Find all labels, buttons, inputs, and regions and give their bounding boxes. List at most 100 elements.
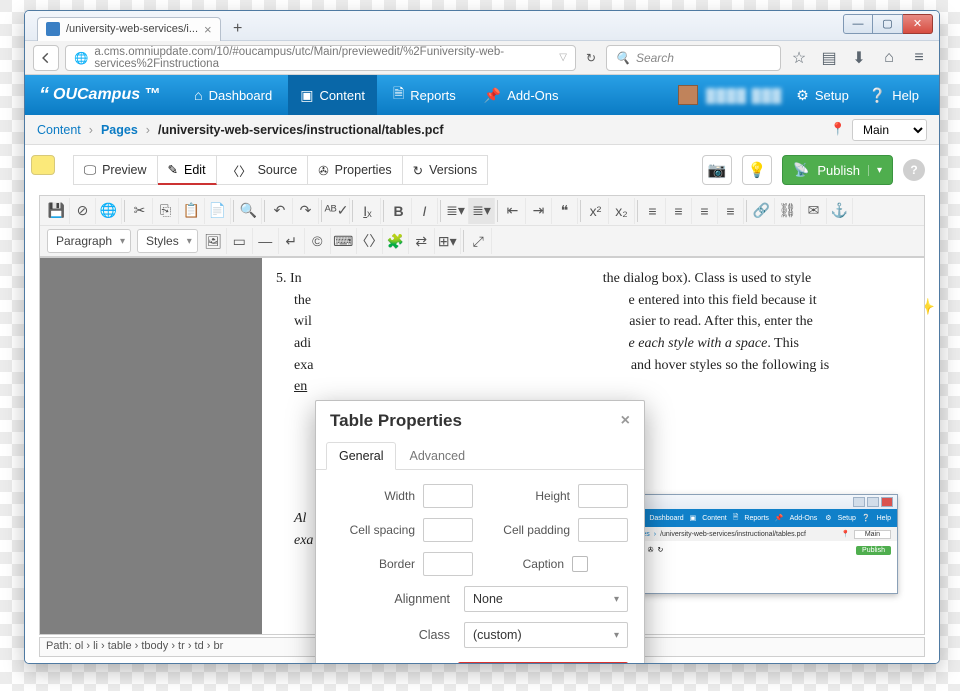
browser-tab[interactable]: /university-web-services/i... × bbox=[37, 17, 221, 41]
home-icon[interactable]: ⌂ bbox=[877, 46, 901, 70]
cut-icon[interactable]: ✂ bbox=[127, 198, 153, 224]
asset-icon[interactable]: ⇄ bbox=[409, 228, 435, 254]
modal-close-icon[interactable]: × bbox=[621, 412, 630, 430]
tab-properties[interactable]: ✇Properties bbox=[308, 155, 402, 185]
link-icon[interactable]: 🔗 bbox=[749, 198, 775, 224]
window-close-button[interactable]: ✕ bbox=[903, 14, 933, 34]
table-icon[interactable]: ⊞▾ bbox=[435, 228, 461, 254]
save-icon[interactable]: 💾 bbox=[44, 198, 70, 224]
charmap-icon[interactable]: © bbox=[305, 228, 331, 254]
doc-line: 5. In bbox=[276, 271, 305, 286]
paste-icon[interactable]: 📋 bbox=[179, 198, 205, 224]
checkbox-caption[interactable] bbox=[572, 556, 588, 572]
input-height[interactable] bbox=[578, 484, 628, 508]
window-titlebar: /university-web-services/i... × + — ▢ ✕ bbox=[25, 11, 939, 41]
anchor-icon[interactable]: ⚓ bbox=[827, 198, 853, 224]
lightbulb-button[interactable]: 💡 bbox=[742, 155, 772, 185]
new-tab-button[interactable]: + bbox=[227, 18, 249, 40]
bullet-list-icon[interactable]: ≣▾ bbox=[443, 198, 469, 224]
subscript-icon[interactable]: x₂ bbox=[609, 198, 635, 224]
wrench-icon: ✇ bbox=[318, 163, 328, 178]
crumb-content[interactable]: Content bbox=[37, 123, 81, 137]
tab-preview[interactable]: 🖵Preview bbox=[73, 155, 158, 185]
number-list-icon[interactable]: ≣▾ bbox=[469, 198, 495, 224]
styles-select[interactable]: Styles bbox=[137, 229, 198, 253]
fullscreen-icon[interactable]: ⤢ bbox=[466, 228, 492, 254]
paste-text-icon[interactable]: 📄 bbox=[205, 198, 231, 224]
codeview-icon[interactable]: 〈〉 bbox=[357, 228, 383, 254]
outdent-icon[interactable]: ⇤ bbox=[500, 198, 526, 224]
checkout-indicator[interactable] bbox=[31, 155, 55, 175]
current-user[interactable]: ████ ███ bbox=[706, 88, 782, 103]
library-icon[interactable]: ▤ bbox=[817, 46, 841, 70]
media-icon[interactable]: ▭ bbox=[227, 228, 253, 254]
input-width[interactable] bbox=[423, 484, 473, 508]
avatar[interactable] bbox=[678, 85, 698, 105]
select-class[interactable]: (custom)▾ bbox=[464, 622, 628, 648]
indent-icon[interactable]: ⇥ bbox=[526, 198, 552, 224]
publish-button[interactable]: 📡 Publish ▾ bbox=[782, 155, 893, 185]
label-caption: Caption bbox=[523, 557, 564, 571]
input-cellspacing[interactable] bbox=[423, 518, 473, 542]
window-maximize-button[interactable]: ▢ bbox=[873, 14, 903, 34]
copy-icon[interactable]: ⎘ bbox=[153, 198, 179, 224]
nav-dashboard[interactable]: ⌂ Dashboard bbox=[182, 75, 284, 115]
paragraph-select[interactable]: Paragraph bbox=[47, 229, 131, 253]
camera-button[interactable]: 📷 bbox=[702, 155, 732, 185]
app-logo[interactable]: “OUCampus™ bbox=[39, 86, 160, 104]
nav-addons[interactable]: 📌 Add-Ons bbox=[472, 75, 571, 115]
back-button[interactable] bbox=[33, 45, 59, 71]
url-text: a.cms.omniupdate.com/10/#oucampus/utc/Ma… bbox=[94, 46, 553, 70]
find-icon[interactable]: 🔍 bbox=[236, 198, 262, 224]
browser-search[interactable]: 🔍 Search bbox=[606, 45, 781, 71]
nav-setup[interactable]: ⚙ Setup bbox=[790, 87, 855, 104]
redo-icon[interactable]: ↷ bbox=[293, 198, 319, 224]
nav-reports[interactable]: 🗎 Reports bbox=[381, 75, 468, 115]
modal-tab-general[interactable]: General bbox=[326, 442, 396, 470]
nav-help[interactable]: ❔ Help bbox=[863, 87, 925, 104]
modal-tab-advanced[interactable]: Advanced bbox=[396, 442, 478, 470]
align-left-icon[interactable]: ≡ bbox=[640, 198, 666, 224]
spellcheck-icon[interactable]: ᴬᴮ✓ bbox=[324, 198, 350, 224]
downloads-icon[interactable]: ⬇ bbox=[847, 46, 871, 70]
bookmark-star-icon[interactable]: ☆ bbox=[787, 46, 811, 70]
image-icon[interactable]: 🖼 bbox=[201, 228, 227, 254]
select-alignment[interactable]: None▾ bbox=[464, 586, 628, 612]
tab-close-icon[interactable]: × bbox=[204, 22, 212, 37]
menu-icon[interactable]: ≡ bbox=[907, 46, 931, 70]
url-dropdown-icon[interactable]: ▽ bbox=[559, 52, 567, 63]
url-bar[interactable]: 🌐 a.cms.omniupdate.com/10/#oucampus/utc/… bbox=[65, 45, 576, 71]
tab-edit[interactable]: ✎Edit bbox=[158, 155, 217, 185]
tab-source[interactable]: 〈〉Source bbox=[217, 155, 309, 185]
globe-icon[interactable]: 🌐 bbox=[96, 198, 122, 224]
tab-label: Versions bbox=[429, 163, 477, 177]
nav-content[interactable]: ▣ Content bbox=[288, 75, 377, 115]
linebreak-icon[interactable]: ↵ bbox=[279, 228, 305, 254]
mailto-icon[interactable]: ✉ bbox=[801, 198, 827, 224]
align-justify-icon[interactable]: ≡ bbox=[718, 198, 744, 224]
align-center-icon[interactable]: ≡ bbox=[666, 198, 692, 224]
clearformat-icon[interactable]: Iₓ bbox=[355, 198, 381, 224]
window-minimize-button[interactable]: — bbox=[843, 14, 873, 34]
reload-button[interactable]: ↻ bbox=[582, 51, 600, 65]
chevron-down-icon: ▾ bbox=[614, 630, 619, 641]
site-select[interactable]: Main bbox=[852, 119, 927, 141]
align-right-icon[interactable]: ≡ bbox=[692, 198, 718, 224]
camera-icon: 📷 bbox=[708, 161, 727, 179]
italic-icon[interactable]: I bbox=[412, 198, 438, 224]
chevron-down-icon[interactable]: ▾ bbox=[868, 165, 882, 176]
superscript-icon[interactable]: x² bbox=[583, 198, 609, 224]
context-help-button[interactable]: ? bbox=[903, 159, 925, 181]
crumb-pages[interactable]: Pages bbox=[101, 123, 138, 137]
tab-versions[interactable]: ↻Versions bbox=[403, 155, 488, 185]
bold-icon[interactable]: B bbox=[386, 198, 412, 224]
input-cellpadding[interactable] bbox=[578, 518, 628, 542]
input-border[interactable] bbox=[423, 552, 473, 576]
blockquote-icon[interactable]: ❝ bbox=[552, 198, 578, 224]
cancel-icon[interactable]: ⊘ bbox=[70, 198, 96, 224]
undo-icon[interactable]: ↶ bbox=[267, 198, 293, 224]
hr-icon[interactable]: — bbox=[253, 228, 279, 254]
keyboard-icon[interactable]: ⌨ bbox=[331, 228, 357, 254]
snippet-icon[interactable]: 🧩 bbox=[383, 228, 409, 254]
unlink-icon[interactable]: ⛓ bbox=[775, 198, 801, 224]
